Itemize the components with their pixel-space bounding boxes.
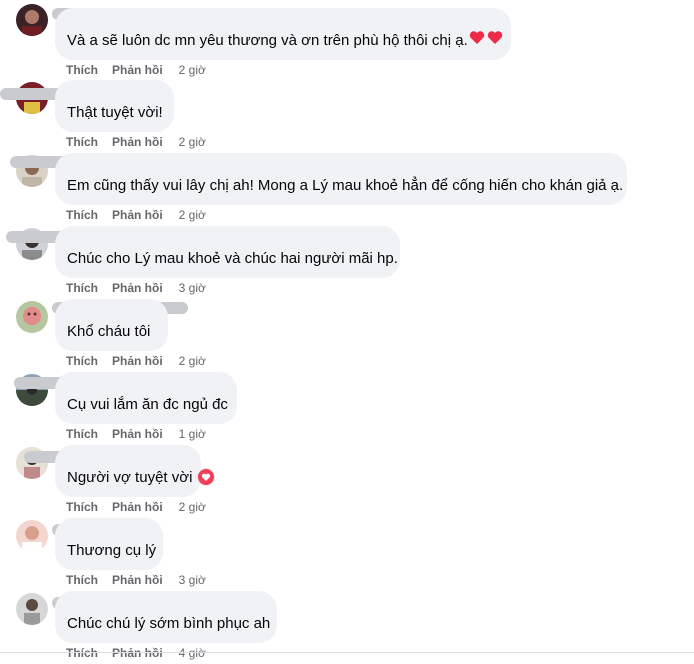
reply-button[interactable]: Phản hồi bbox=[112, 135, 163, 149]
timestamp[interactable]: 2 giờ bbox=[179, 208, 206, 222]
reply-button[interactable]: Phản hồi bbox=[112, 646, 163, 660]
comment-text: Người vợ tuyệt vời bbox=[67, 469, 193, 486]
comment-text: Chúc chú lý sớm bình phục ah bbox=[67, 615, 271, 632]
comment-bubble: Cụ vui lắm ăn đc ngủ đc bbox=[55, 372, 237, 424]
comment-item: Người vợ tuyệt vời Thích Phản hồi 2 giờ bbox=[0, 445, 694, 518]
timestamp[interactable]: 1 giờ bbox=[179, 427, 206, 441]
comment-bubble: Khổ cháu tôi bbox=[55, 299, 168, 351]
reply-button[interactable]: Phản hồi bbox=[112, 208, 163, 222]
comment-bubble: Em cũng thấy vui lây chị ah! Mong a Lý m… bbox=[55, 153, 627, 205]
comment-bubble: Thật tuyệt vời! bbox=[55, 80, 174, 132]
timestamp[interactable]: 3 giờ bbox=[179, 281, 206, 295]
avatar[interactable] bbox=[16, 520, 48, 552]
timestamp[interactable]: 4 giờ bbox=[179, 646, 206, 660]
divider bbox=[0, 652, 694, 653]
comment-actions: Thích Phản hồi 4 giờ bbox=[66, 646, 206, 660]
reply-button[interactable]: Phản hồi bbox=[112, 573, 163, 587]
comment-actions: Thích Phản hồi 2 giờ bbox=[66, 208, 206, 222]
comment-bubble: Thương cụ lý bbox=[55, 518, 163, 570]
timestamp[interactable]: 3 giờ bbox=[179, 573, 206, 587]
like-button[interactable]: Thích bbox=[66, 208, 98, 222]
comment-item: Khổ cháu tôi Thích Phản hồi 2 giờ bbox=[0, 299, 694, 372]
like-button[interactable]: Thích bbox=[66, 500, 98, 514]
comment-item: Chúc cho Lý mau khoẻ và chúc hai người m… bbox=[0, 226, 694, 299]
like-button[interactable]: Thích bbox=[66, 281, 98, 295]
timestamp[interactable]: 2 giờ bbox=[179, 63, 206, 77]
comment-bubble: Chúc cho Lý mau khoẻ và chúc hai người m… bbox=[55, 226, 400, 278]
comment-item: Và a sẽ luôn dc mn yêu thương và ơn trên… bbox=[0, 4, 694, 81]
reply-button[interactable]: Phản hồi bbox=[112, 500, 163, 514]
like-button[interactable]: Thích bbox=[66, 354, 98, 368]
avatar[interactable] bbox=[16, 593, 48, 625]
reply-button[interactable]: Phản hồi bbox=[112, 281, 163, 295]
comment-actions: Thích Phản hồi 1 giờ bbox=[66, 427, 206, 441]
comment-text: Em cũng thấy vui lây chị ah! Mong a Lý m… bbox=[67, 177, 624, 194]
timestamp[interactable]: 2 giờ bbox=[179, 135, 206, 149]
heart-emoji bbox=[469, 16, 505, 52]
comment-text: Thương cụ lý bbox=[67, 542, 157, 559]
comment-bubble: Và a sẽ luôn dc mn yêu thương và ơn trên… bbox=[55, 8, 511, 60]
comment-bubble: Người vợ tuyệt vời bbox=[55, 445, 215, 497]
comment-actions: Thích Phản hồi 3 giờ bbox=[66, 281, 206, 295]
timestamp[interactable]: 2 giờ bbox=[179, 500, 206, 514]
love-reaction-icon[interactable] bbox=[198, 469, 215, 485]
comment-actions: Thích Phản hồi 2 giờ bbox=[66, 354, 206, 368]
comment-text: Chúc cho Lý mau khoẻ và chúc hai người m… bbox=[67, 250, 398, 267]
like-button[interactable]: Thích bbox=[66, 427, 98, 441]
avatar[interactable] bbox=[16, 301, 48, 333]
comment-actions: Thích Phản hồi 2 giờ bbox=[66, 135, 206, 149]
comment-item: Em cũng thấy vui lây chị ah! Mong a Lý m… bbox=[0, 153, 694, 226]
comment-text: Khổ cháu tôi bbox=[67, 323, 151, 340]
reply-button[interactable]: Phản hồi bbox=[112, 63, 163, 77]
comment-item: Chúc chú lý sớm bình phục ah Thích Phản … bbox=[0, 591, 694, 664]
avatar[interactable] bbox=[16, 4, 48, 36]
comment-text: Thật tuyệt vời! bbox=[67, 104, 163, 121]
like-button[interactable]: Thích bbox=[66, 573, 98, 587]
comment-text: Cụ vui lắm ăn đc ngủ đc bbox=[67, 396, 228, 413]
comment-item: Thương cụ lý Thích Phản hồi 3 giờ bbox=[0, 518, 694, 591]
comment-bubble: Chúc chú lý sớm bình phục ah bbox=[55, 591, 277, 643]
reply-button[interactable]: Phản hồi bbox=[112, 354, 163, 368]
comment-actions: Thích Phản hồi 2 giờ bbox=[66, 500, 206, 514]
like-button[interactable]: Thích bbox=[66, 646, 98, 660]
comment-actions: Thích Phản hồi 3 giờ bbox=[66, 573, 206, 587]
like-button[interactable]: Thích bbox=[66, 135, 98, 149]
like-button[interactable]: Thích bbox=[66, 63, 98, 77]
comment-item: Thật tuyệt vời! Thích Phản hồi 2 giờ bbox=[0, 80, 694, 153]
comment-text: Và a sẽ luôn dc mn yêu thương và ơn trên… bbox=[67, 32, 468, 49]
reply-button[interactable]: Phản hồi bbox=[112, 427, 163, 441]
comment-actions: Thích Phản hồi 2 giờ bbox=[66, 63, 206, 77]
timestamp[interactable]: 2 giờ bbox=[179, 354, 206, 368]
comment-item: Cụ vui lắm ăn đc ngủ đc Thích Phản hồi 1… bbox=[0, 372, 694, 445]
